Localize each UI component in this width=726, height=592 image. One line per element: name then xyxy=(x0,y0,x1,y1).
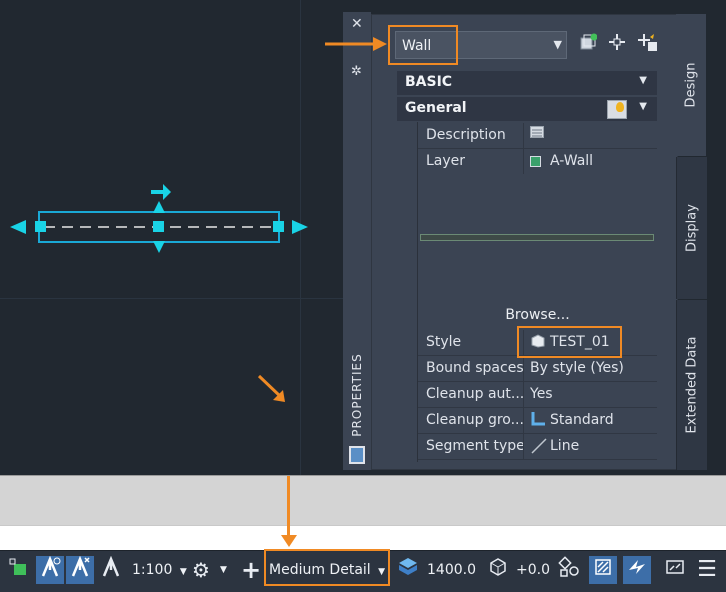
command-history-area[interactable] xyxy=(0,475,726,526)
scale-select[interactable]: 1:100 ▼ xyxy=(132,556,187,584)
end-grip-left xyxy=(35,221,46,232)
callout-arrow-display-config xyxy=(287,476,290,538)
property-row-bound-spaces[interactable]: Bound spaces By style (Yes) xyxy=(418,356,657,382)
line-segment-icon xyxy=(530,437,548,459)
tab-display[interactable]: Display xyxy=(676,157,707,299)
property-row-segment-type[interactable]: Segment type Line xyxy=(418,434,657,460)
gear-icon[interactable]: ✲ xyxy=(351,64,362,79)
annotation-scale-icon[interactable] xyxy=(97,555,125,584)
property-row-cleanup-automatically[interactable]: Cleanup aut... Yes xyxy=(418,382,657,408)
palette-title: PROPERTIES xyxy=(350,353,364,437)
graphics-performance-icon[interactable] xyxy=(623,556,651,584)
annotation-visibility-icon[interactable] xyxy=(36,555,64,584)
elevation-icon[interactable] xyxy=(484,556,512,584)
callout-arrowhead xyxy=(281,535,297,547)
callout-arrow-canvas xyxy=(257,374,285,402)
grid-line xyxy=(0,298,345,299)
hardware-acceleration-icon[interactable] xyxy=(589,556,617,584)
collapse-icon[interactable]: ▼ xyxy=(639,101,647,112)
style-preview xyxy=(418,174,657,329)
collapse-icon[interactable]: ▼ xyxy=(639,75,647,86)
elevation-value[interactable]: +0.0 xyxy=(516,556,550,584)
layer-color-swatch xyxy=(530,156,541,167)
lengthen-grip-right xyxy=(292,220,308,234)
cleanup-group-icon xyxy=(530,411,546,431)
property-row-description[interactable]: Description xyxy=(418,123,657,149)
hamburger-menu-icon[interactable]: ☰ xyxy=(693,556,721,584)
chevron-down-icon[interactable]: ▼ xyxy=(220,556,227,584)
highlight-object-type xyxy=(388,25,458,65)
lengthen-grip-left xyxy=(10,220,26,234)
command-line-input[interactable] xyxy=(0,525,726,550)
property-row-cleanup-group[interactable]: Cleanup gro... Standard xyxy=(418,408,657,434)
end-grip-right xyxy=(273,221,284,232)
pick-object-icon[interactable] xyxy=(607,33,627,53)
section-basic[interactable]: BASIC ▼ xyxy=(397,71,657,95)
cut-plane-icon[interactable] xyxy=(394,556,422,584)
section-general[interactable]: General ▼ xyxy=(397,97,657,121)
highlight-display-configuration xyxy=(264,549,390,586)
clean-screen-icon[interactable] xyxy=(661,556,689,584)
description-editor-icon[interactable] xyxy=(530,126,544,142)
close-icon[interactable]: ✕ xyxy=(351,16,363,32)
selected-wall[interactable] xyxy=(0,170,330,260)
pickadd-icon[interactable] xyxy=(638,33,658,53)
location-grip xyxy=(153,221,164,232)
model-space-icon[interactable] xyxy=(4,556,32,584)
tab-extended-data[interactable]: Extended Data xyxy=(676,300,707,470)
highlight-style xyxy=(517,326,622,358)
property-row-layer[interactable]: Layer A-Wall xyxy=(418,149,657,175)
select-style-icon[interactable] xyxy=(607,100,627,119)
flip-grip xyxy=(151,184,171,200)
tab-design[interactable]: Design xyxy=(676,14,706,156)
style-preview-wall xyxy=(420,234,654,241)
width-grip-up xyxy=(153,201,165,213)
cut-plane-value[interactable]: 1400.0 xyxy=(427,556,476,584)
chevron-down-icon: ▼ xyxy=(179,567,187,577)
properties-palette-icon[interactable] xyxy=(349,446,365,464)
gear-icon[interactable]: ⚙ xyxy=(187,556,215,584)
callout-arrow-object-type xyxy=(325,37,387,51)
browse-link[interactable]: Browse... xyxy=(418,307,657,323)
isolate-objects-icon[interactable] xyxy=(555,556,583,584)
chevron-down-icon: ▼ xyxy=(553,38,562,51)
plus-icon[interactable]: + xyxy=(237,556,265,584)
width-grip-down xyxy=(153,241,165,253)
auto-scale-icon[interactable] xyxy=(66,555,94,584)
quick-select-icon[interactable] xyxy=(578,33,598,53)
